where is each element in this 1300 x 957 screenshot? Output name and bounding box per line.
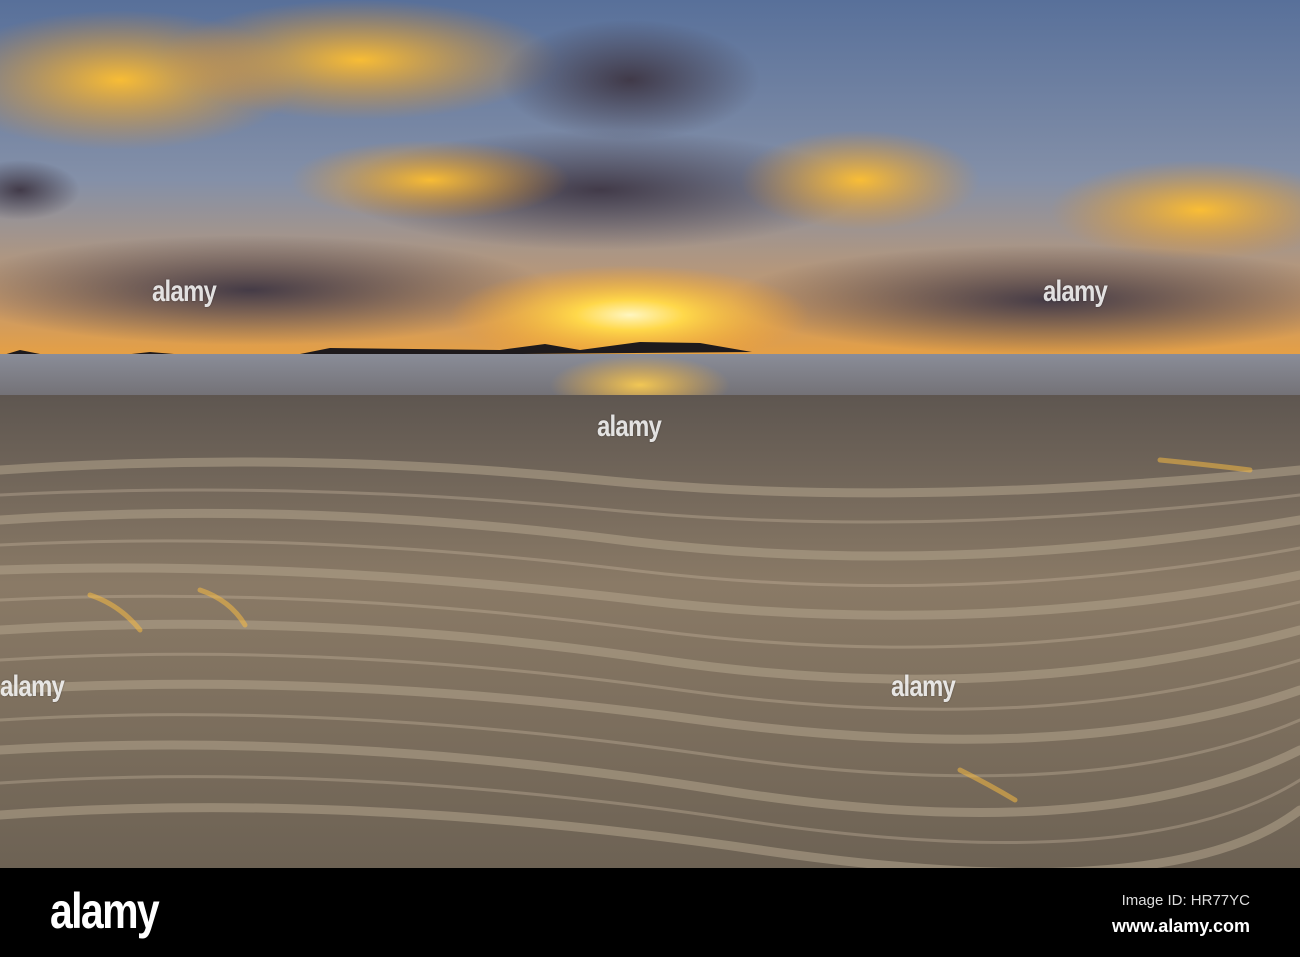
watermark: alamy xyxy=(891,670,956,703)
stock-photo: alamy alamy alamy alamy alamy alamy Imag… xyxy=(0,0,1300,957)
watermark: alamy xyxy=(597,410,662,443)
image-id: Image ID: HR77YC xyxy=(1121,892,1250,909)
alamy-logo: alamy xyxy=(50,883,160,939)
footer-bar: alamy Image ID: HR77YC www.alamy.com xyxy=(0,868,1300,957)
website-link[interactable]: www.alamy.com xyxy=(1112,916,1250,937)
watermark: alamy xyxy=(0,670,65,703)
beach-sunset-photo: alamy alamy alamy alamy alamy xyxy=(0,0,1300,868)
watermark: alamy xyxy=(1043,275,1108,308)
watermark: alamy xyxy=(152,275,217,308)
